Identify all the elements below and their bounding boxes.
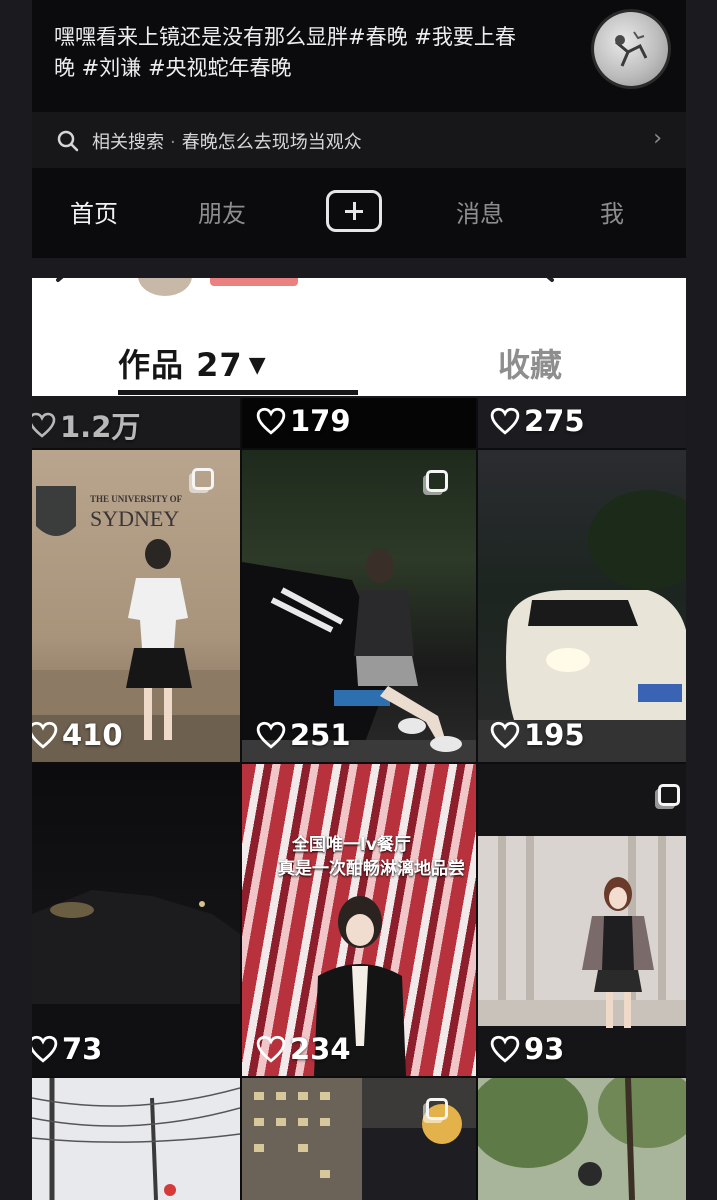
heart-icon: [490, 721, 520, 749]
related-separator: ·: [170, 132, 176, 153]
overlay-line2: 真是一次酣畅淋漓地品尝: [278, 859, 465, 879]
tab-favorites[interactable]: 收藏: [498, 340, 562, 386]
nav-friends[interactable]: 朋友: [198, 194, 246, 229]
avatar[interactable]: [138, 278, 192, 296]
likes-value: 93: [524, 1032, 565, 1066]
likes-count: 1.2万: [32, 404, 140, 446]
create-post-button[interactable]: [326, 190, 382, 232]
search-icon[interactable]: [532, 278, 562, 296]
building-photo: [242, 1078, 476, 1200]
grid-post-8[interactable]: [242, 1078, 476, 1200]
likes-value: 251: [290, 718, 351, 752]
likes-value: 410: [62, 718, 123, 752]
music-disc-icon[interactable]: [594, 12, 668, 86]
tab-works[interactable]: 作品 27 ▼: [118, 340, 267, 386]
video-caption[interactable]: 嘿嘿看来上镜还是没有那么显胖#春晚 #我要上春晚 #刘谦 #央视蛇年春晚: [54, 22, 534, 84]
multi-image-icon: [192, 468, 214, 490]
tab-works-label: 作品 27: [118, 346, 243, 384]
likes-count: 179: [256, 404, 351, 438]
likes-count: 73: [32, 1032, 102, 1066]
likes-value: 234: [290, 1032, 351, 1066]
person-figure: [126, 539, 192, 740]
nav-home[interactable]: 首页: [70, 194, 118, 229]
heart-icon: [256, 407, 286, 435]
multi-image-icon: [426, 470, 448, 492]
tab-active-indicator: [118, 390, 358, 395]
nav-me[interactable]: 我: [600, 194, 624, 229]
grid-post-1[interactable]: THE UNIVERSITY OF SYDNEY 410: [32, 450, 240, 762]
grid-cell-top-2[interactable]: 179: [242, 398, 476, 448]
likes-value: 1.2万: [60, 410, 141, 444]
likes-count: 93: [490, 1032, 564, 1066]
back-icon[interactable]: [50, 278, 80, 296]
profile-header: 作品 27 ▼ 收藏: [32, 278, 686, 396]
heart-icon: [256, 721, 286, 749]
likes-value: 275: [524, 404, 585, 438]
likes-count: 275: [490, 404, 585, 438]
power-lines-photo: [32, 1078, 240, 1200]
posts-grid: 1.2万 179 275 THE UNIVERSITY OF SYDNEY 41…: [32, 398, 686, 1200]
grid-post-3[interactable]: 195: [478, 450, 686, 762]
likes-count: 410: [32, 718, 123, 752]
grid-post-2[interactable]: 251: [242, 450, 476, 762]
heart-icon: [32, 412, 56, 438]
grid-post-4[interactable]: 73: [32, 764, 240, 1076]
video-author-name[interactable]: _: [54, 0, 174, 6]
overlay-line1: 全国唯一lv餐厅: [292, 835, 411, 855]
heart-icon: [490, 407, 520, 435]
grid-post-6[interactable]: 93: [478, 764, 686, 1076]
sign-line2: SYDNEY: [90, 506, 180, 531]
sign-line1: THE UNIVERSITY OF: [90, 494, 183, 504]
heart-icon: [32, 721, 58, 749]
search-icon: [56, 129, 80, 157]
related-search-label: 相关搜索: [92, 132, 164, 153]
multi-image-icon: [658, 784, 680, 806]
video-panel: _ 嘿嘿看来上镜还是没有那么显胖#春晚 #我要上春晚 #刘谦 #央视蛇年春晚 相…: [32, 0, 686, 258]
related-search-query: 春晚怎么去现场当观众: [181, 132, 362, 153]
likes-value: 73: [62, 1032, 103, 1066]
multi-image-icon: [426, 1098, 448, 1120]
likes-count: 195: [490, 718, 585, 752]
grid-cell-top-3[interactable]: 275: [478, 398, 686, 448]
forest-photo: [478, 1078, 686, 1200]
chevron-right-icon: ›: [653, 126, 662, 151]
person-figure: [582, 877, 654, 1028]
related-search-bar[interactable]: 相关搜索 · 春晚怎么去现场当观众 ›: [32, 112, 686, 168]
heart-icon: [32, 1035, 58, 1063]
grid-post-5[interactable]: 全国唯一lv餐厅 真是一次酣畅淋漓地品尝 234: [242, 764, 476, 1076]
bottom-nav: 首页 朋友 消息 我: [32, 180, 686, 244]
white-car-photo: [478, 490, 686, 762]
night-road-photo: [32, 890, 240, 1076]
grid-cell-top-1[interactable]: 1.2万: [32, 398, 240, 448]
heart-icon: [256, 1035, 286, 1063]
likes-value: 179: [290, 404, 351, 438]
nav-messages[interactable]: 消息: [456, 194, 504, 229]
profile-name-badge: [210, 278, 298, 286]
likes-count: 251: [256, 718, 351, 752]
likes-count: 234: [256, 1032, 351, 1066]
heart-icon: [490, 1035, 520, 1063]
related-search-text: 相关搜索 · 春晚怎么去现场当观众: [92, 128, 362, 154]
likes-value: 195: [524, 718, 585, 752]
grid-post-7[interactable]: [32, 1078, 240, 1200]
caret-down-icon: ▼: [248, 353, 267, 378]
grid-post-9[interactable]: [478, 1078, 686, 1200]
